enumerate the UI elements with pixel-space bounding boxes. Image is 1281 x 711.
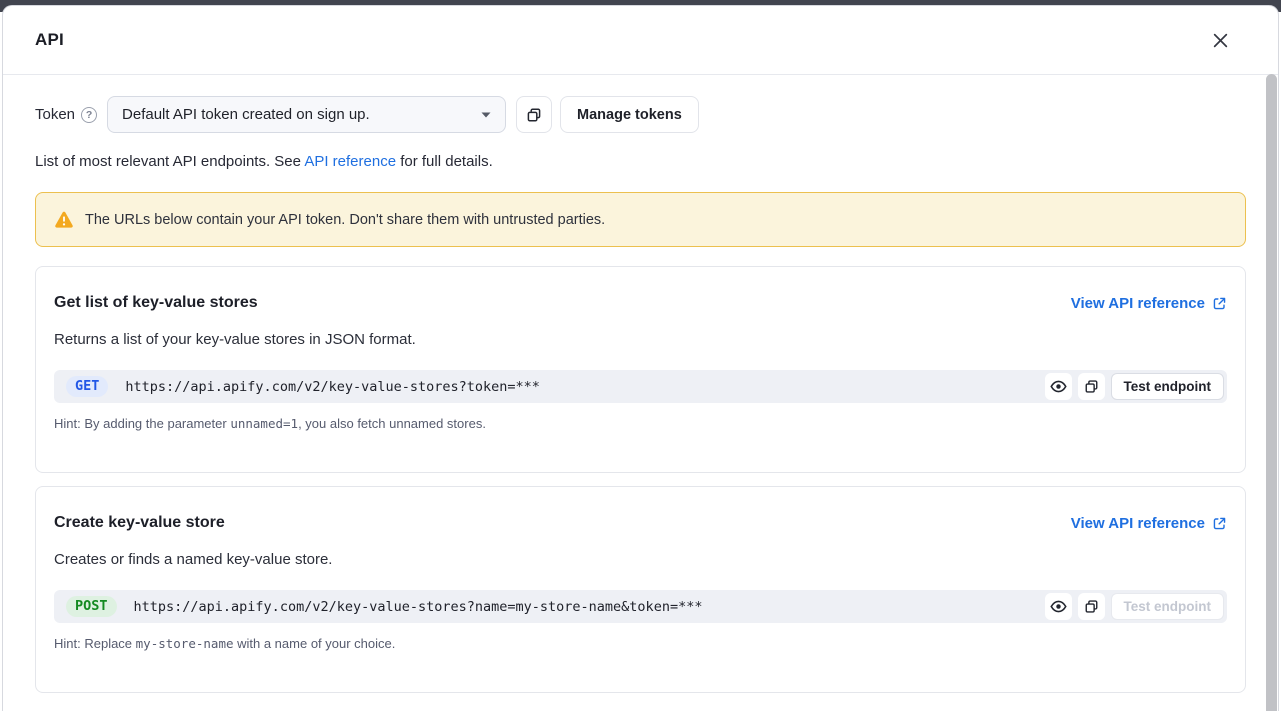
scrollbar[interactable] bbox=[1266, 74, 1277, 711]
endpoint-url-row: POST https://api.apify.com/v2/key-value-… bbox=[54, 590, 1227, 623]
close-icon bbox=[1212, 32, 1229, 49]
warning-banner: The URLs below contain your API token. D… bbox=[35, 192, 1246, 247]
view-api-reference-link[interactable]: View API reference bbox=[1071, 295, 1227, 312]
copy-url-button[interactable] bbox=[1078, 373, 1105, 400]
endpoint-url-row: GET https://api.apify.com/v2/key-value-s… bbox=[54, 370, 1227, 403]
external-link-icon bbox=[1212, 516, 1227, 531]
endpoint-title: Create key-value store bbox=[54, 513, 225, 533]
endpoint-card-get-stores: Get list of key-value stores View API re… bbox=[35, 266, 1246, 473]
eye-icon bbox=[1050, 378, 1067, 395]
card-header: Create key-value store View API referenc… bbox=[54, 513, 1227, 533]
test-endpoint-button[interactable]: Test endpoint bbox=[1111, 373, 1225, 400]
external-link-icon bbox=[1212, 296, 1227, 311]
close-button[interactable] bbox=[1206, 26, 1234, 54]
hint-before: Hint: By adding the parameter bbox=[54, 416, 230, 431]
warning-text: The URLs below contain your API token. D… bbox=[85, 212, 605, 228]
api-reference-link[interactable]: API reference bbox=[304, 153, 396, 170]
http-method-badge: POST bbox=[66, 596, 117, 617]
warning-triangle-icon bbox=[54, 211, 74, 229]
token-select-value: Default API token created on sign up. bbox=[122, 106, 370, 123]
url-row-actions: Test endpoint bbox=[1045, 593, 1225, 620]
copy-icon bbox=[1084, 599, 1099, 614]
intro-after: for full details. bbox=[396, 153, 493, 170]
eye-icon bbox=[1050, 598, 1067, 615]
token-label: Token bbox=[35, 106, 75, 123]
endpoint-description: Returns a list of your key-value stores … bbox=[54, 331, 1227, 349]
endpoint-title: Get list of key-value stores bbox=[54, 293, 258, 313]
endpoint-hint: Hint: Replace my-store-name with a name … bbox=[54, 636, 1227, 652]
view-api-reference-label: View API reference bbox=[1071, 515, 1205, 532]
endpoint-url: https://api.apify.com/v2/key-value-store… bbox=[134, 599, 1045, 615]
page-title: API bbox=[35, 30, 64, 50]
reveal-token-button[interactable] bbox=[1045, 373, 1072, 400]
test-endpoint-button[interactable]: Test endpoint bbox=[1111, 593, 1225, 620]
copy-token-button[interactable] bbox=[516, 96, 552, 133]
manage-tokens-button[interactable]: Manage tokens bbox=[560, 96, 699, 133]
http-method-badge: GET bbox=[66, 376, 108, 397]
intro-before: List of most relevant API endpoints. See bbox=[35, 153, 304, 170]
chevron-down-icon bbox=[481, 112, 491, 118]
copy-icon bbox=[526, 107, 542, 123]
reveal-token-button[interactable] bbox=[1045, 593, 1072, 620]
modal-header: API bbox=[3, 6, 1278, 75]
endpoint-url: https://api.apify.com/v2/key-value-store… bbox=[125, 379, 1044, 395]
hint-code: unnamed=1 bbox=[230, 416, 298, 431]
question-circle-icon[interactable]: ? bbox=[81, 107, 97, 123]
hint-after: with a name of your choice. bbox=[234, 636, 396, 651]
endpoint-hint: Hint: By adding the parameter unnamed=1,… bbox=[54, 416, 1227, 432]
token-row: Token ? Default API token created on sig… bbox=[35, 96, 1246, 133]
intro-text: List of most relevant API endpoints. See… bbox=[35, 152, 1246, 172]
modal-body: Token ? Default API token created on sig… bbox=[3, 75, 1278, 693]
endpoint-card-create-store: Create key-value store View API referenc… bbox=[35, 486, 1246, 693]
copy-url-button[interactable] bbox=[1078, 593, 1105, 620]
hint-code: my-store-name bbox=[136, 636, 234, 651]
token-select[interactable]: Default API token created on sign up. bbox=[107, 96, 506, 133]
view-api-reference-label: View API reference bbox=[1071, 295, 1205, 312]
card-header: Get list of key-value stores View API re… bbox=[54, 293, 1227, 313]
copy-icon bbox=[1084, 379, 1099, 394]
api-modal: API Token ? Default API token created on… bbox=[2, 5, 1279, 711]
hint-before: Hint: Replace bbox=[54, 636, 136, 651]
endpoint-description: Creates or finds a named key-value store… bbox=[54, 551, 1227, 569]
hint-after: , you also fetch unnamed stores. bbox=[298, 416, 486, 431]
view-api-reference-link[interactable]: View API reference bbox=[1071, 515, 1227, 532]
url-row-actions: Test endpoint bbox=[1045, 373, 1225, 400]
